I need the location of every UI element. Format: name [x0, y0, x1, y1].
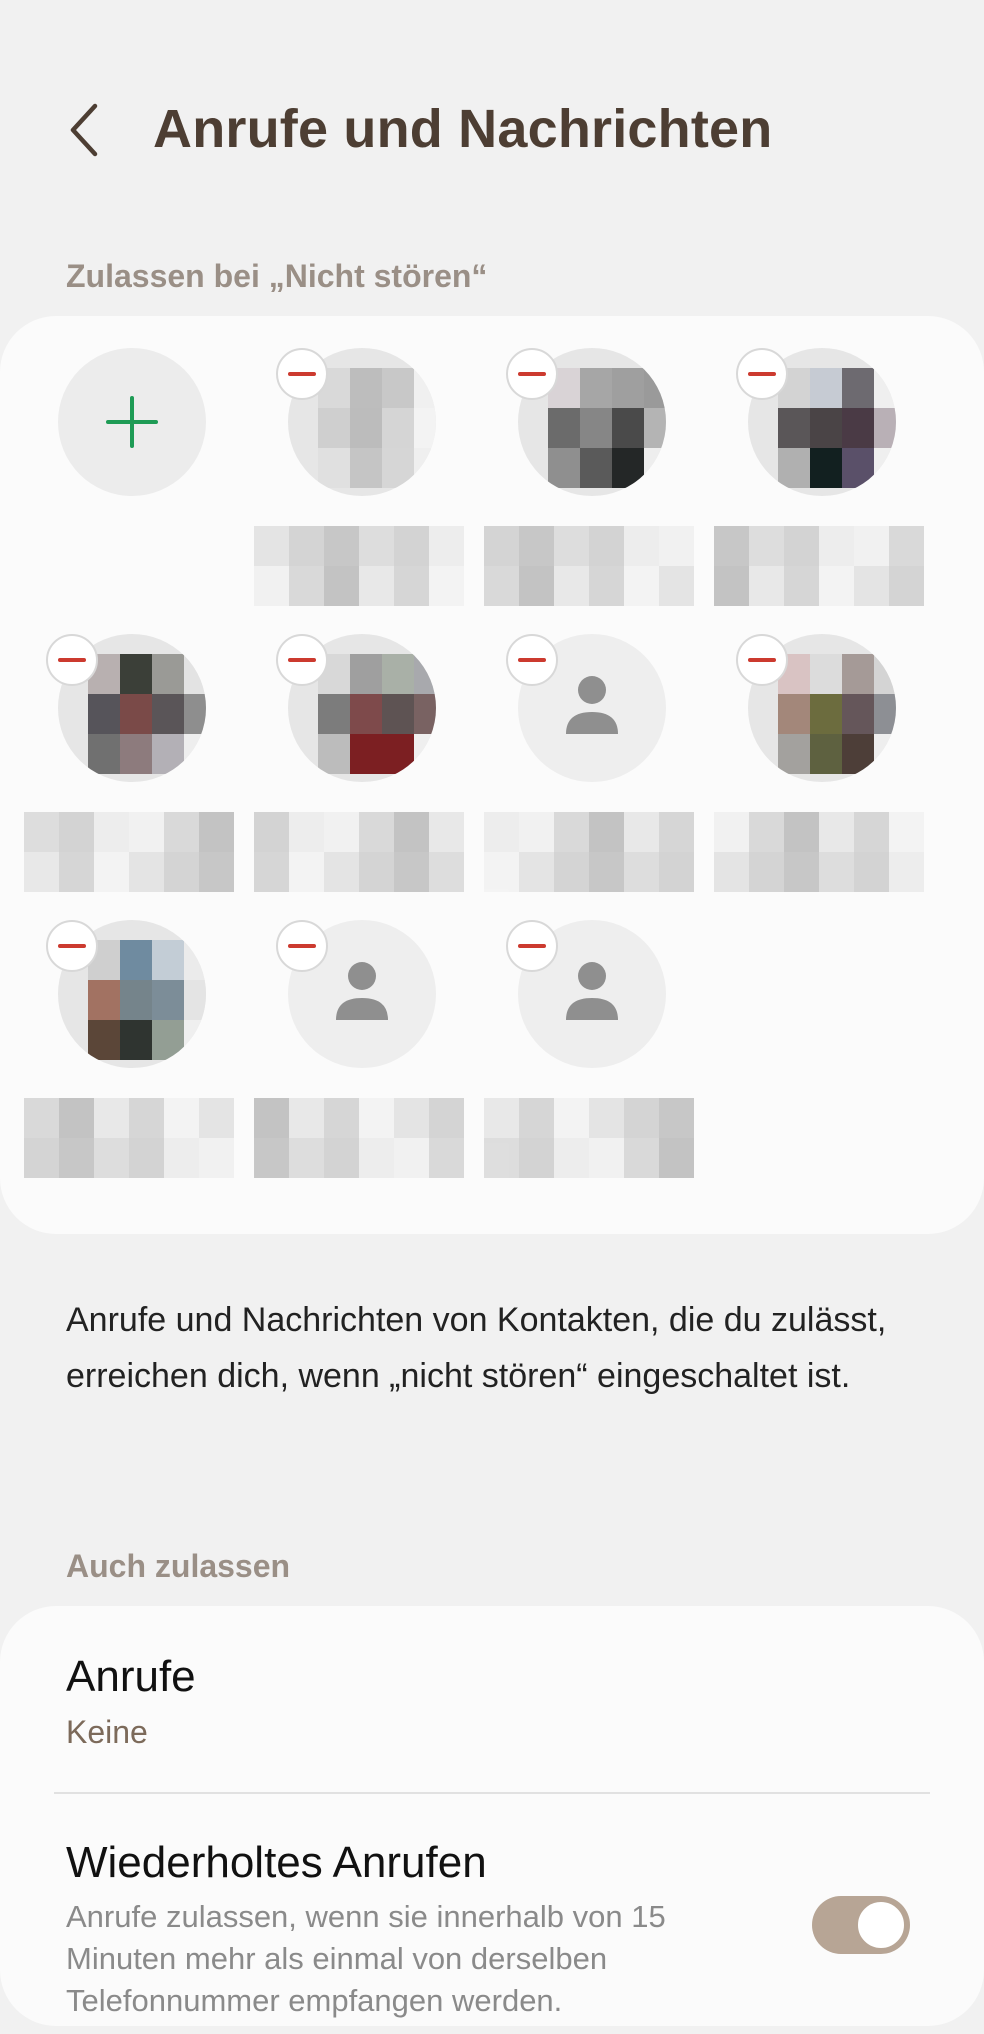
- add-contact-button[interactable]: [58, 348, 206, 496]
- page-title: Anrufe und Nachrichten: [153, 99, 773, 159]
- contacts-grid: [0, 316, 984, 1234]
- repeat-calls-title: Wiederholtes Anrufen: [66, 1838, 487, 1887]
- also-allow-card: Anrufe Keine Wiederholtes Anrufen Anrufe…: [0, 1606, 984, 2026]
- contact-cell[interactable]: [484, 888, 694, 1178]
- contacts-section-label: Zulassen bei „Nicht stören“: [66, 258, 488, 294]
- repeat-calls-toggle[interactable]: [812, 1896, 910, 1954]
- calls-title: Anrufe: [66, 1652, 196, 1701]
- app-header: Anrufe und Nachrichten: [0, 0, 984, 230]
- remove-contact-button[interactable]: [46, 920, 98, 972]
- contact-name-obscured: [484, 1098, 694, 1178]
- remove-contact-button[interactable]: [736, 634, 788, 686]
- remove-contact-button[interactable]: [276, 920, 328, 972]
- remove-contact-button[interactable]: [506, 920, 558, 972]
- chevron-left-icon: [70, 103, 98, 157]
- contact-name-obscured: [254, 526, 464, 606]
- minus-icon: [58, 658, 86, 662]
- remove-contact-button[interactable]: [276, 634, 328, 686]
- contacts-description: Anrufe und Nachrichten von Kontakten, di…: [66, 1301, 887, 1395]
- contact-photo: [88, 940, 206, 1060]
- contact-name-obscured: [254, 1098, 464, 1178]
- contact-name-obscured: [714, 812, 924, 892]
- contact-photo: [778, 368, 896, 488]
- minus-icon: [518, 372, 546, 376]
- contact-photo: [548, 368, 666, 488]
- minus-icon: [518, 658, 546, 662]
- contact-name-obscured: [714, 526, 924, 606]
- remove-contact-button[interactable]: [506, 634, 558, 686]
- repeat-calls-description: Anrufe zulassen, wenn sie innerhalb von …: [66, 1899, 666, 2018]
- contact-name-obscured: [24, 812, 234, 892]
- contact-cell[interactable]: [254, 888, 464, 1178]
- contact-name-obscured: [484, 812, 694, 892]
- minus-icon: [518, 944, 546, 948]
- contact-photo: [318, 368, 436, 488]
- contact-cell[interactable]: [254, 602, 464, 892]
- add-contact-cell[interactable]: [24, 316, 224, 586]
- minus-icon: [748, 658, 776, 662]
- contact-cell[interactable]: [484, 602, 694, 892]
- back-button[interactable]: [58, 100, 110, 160]
- contact-cell[interactable]: [714, 316, 924, 606]
- contact-cell[interactable]: [24, 602, 234, 892]
- remove-contact-button[interactable]: [276, 348, 328, 400]
- calls-setting-row[interactable]: Anrufe Keine: [0, 1606, 984, 1792]
- calls-value: Keine: [66, 1714, 148, 1750]
- contact-cell[interactable]: [254, 316, 464, 606]
- contact-name-obscured: [24, 1098, 234, 1178]
- remove-contact-button[interactable]: [46, 634, 98, 686]
- contact-photo: [778, 654, 896, 774]
- minus-icon: [58, 944, 86, 948]
- toggle-knob: [856, 1900, 906, 1950]
- contact-cell[interactable]: [484, 316, 694, 606]
- remove-contact-button[interactable]: [506, 348, 558, 400]
- also-allow-section-label: Auch zulassen: [66, 1548, 291, 1584]
- minus-icon: [288, 372, 316, 376]
- contact-name-obscured: [484, 526, 694, 606]
- contact-photo: [88, 654, 206, 774]
- contact-cell[interactable]: [714, 602, 924, 892]
- minus-icon: [288, 658, 316, 662]
- allowed-contacts-card: [0, 316, 984, 1234]
- contact-photo: [318, 654, 436, 774]
- remove-contact-button[interactable]: [736, 348, 788, 400]
- plus-icon: [106, 396, 158, 448]
- contact-name-obscured: [254, 812, 464, 892]
- minus-icon: [288, 944, 316, 948]
- minus-icon: [748, 372, 776, 376]
- contact-cell[interactable]: [24, 888, 234, 1178]
